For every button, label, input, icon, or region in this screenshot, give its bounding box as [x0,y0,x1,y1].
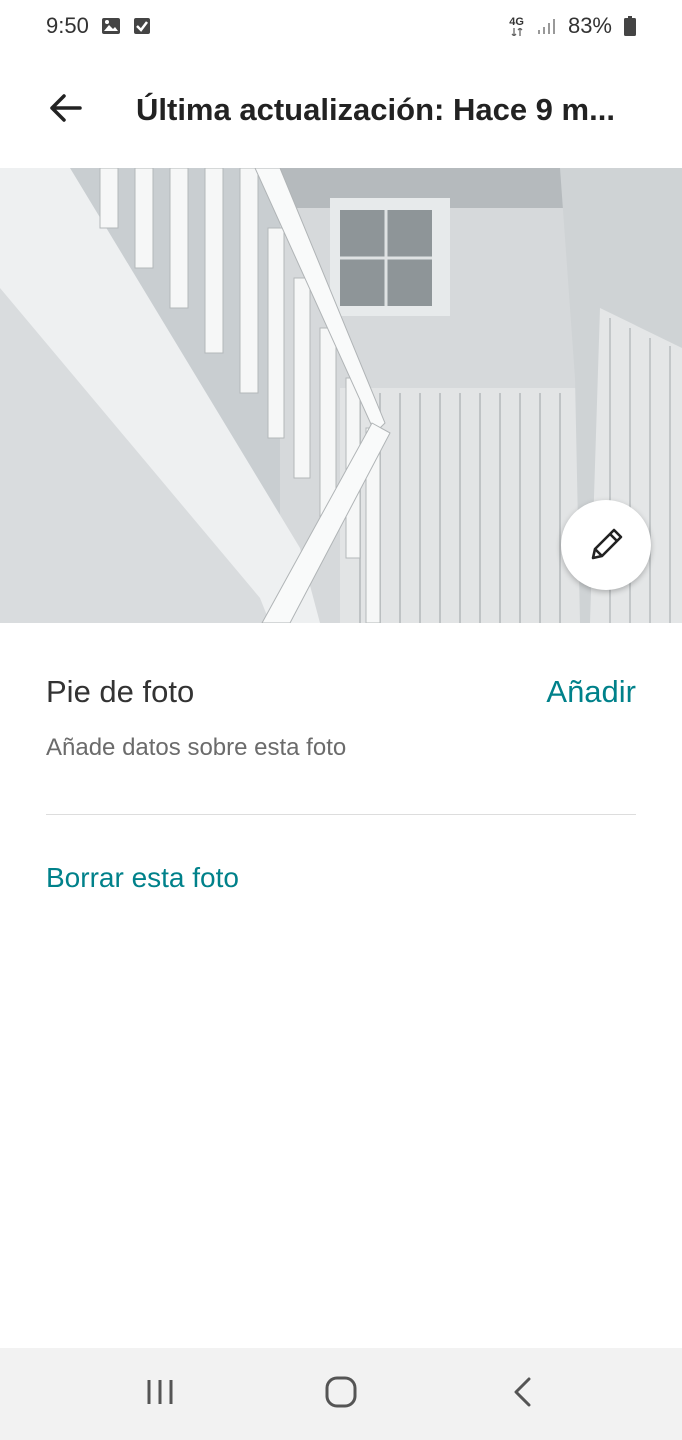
edit-pencil-icon [585,524,627,566]
recent-apps-button[interactable] [120,1354,200,1434]
arrow-left-icon [48,93,82,128]
status-time: 9:50 [46,13,89,38]
check-box-icon [133,17,151,35]
caption-title: Pie de foto [46,674,195,709]
system-nav-bar [0,1348,682,1440]
battery-icon [624,16,636,36]
back-button[interactable] [20,65,110,155]
caption-row: Pie de foto Añadir [46,674,636,710]
nav-back-button[interactable] [482,1354,562,1434]
signal-icon [536,17,556,35]
network-indicator: 4G [509,15,524,36]
listing-photo[interactable] [0,168,682,623]
network-label: 4G [509,15,524,28]
status-left: 9:50 [46,13,151,39]
home-icon [324,1375,358,1414]
page-title: Última actualización: Hace 9 m... [136,92,615,127]
caption-section: Pie de foto Añadir Añade datos sobre est… [46,674,636,762]
status-bar: 9:50 4G 83% [0,0,682,52]
edit-photo-button[interactable] [561,500,651,590]
add-caption-button[interactable]: Añadir [546,674,636,710]
status-right: 4G 83% [509,13,636,39]
back-icon [511,1376,533,1413]
image-icon [101,17,121,35]
battery-percent: 83% [567,13,612,38]
app-bar: Última actualización: Hace 9 m... [0,52,682,168]
recent-apps-icon [145,1378,175,1411]
home-button[interactable] [301,1354,381,1434]
delete-photo-button[interactable]: Borrar esta foto [46,862,239,894]
divider [46,814,636,815]
caption-subtitle: Añade datos sobre esta foto [46,734,347,761]
